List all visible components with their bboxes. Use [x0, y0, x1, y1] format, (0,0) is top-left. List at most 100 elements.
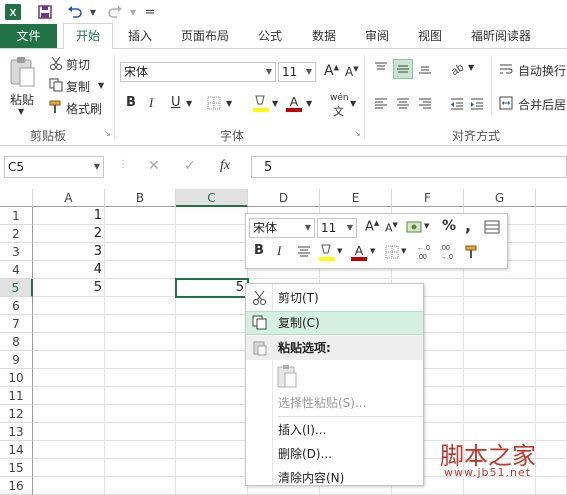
- tab-insert[interactable]: 插入: [120, 24, 160, 48]
- column-header-e[interactable]: E: [320, 189, 392, 207]
- enter-entry-icon[interactable]: ✓: [184, 158, 196, 174]
- font-color-dropdown-icon[interactable]: ▼: [306, 99, 312, 108]
- align-center-icon[interactable]: [394, 95, 412, 113]
- grid-cell[interactable]: [176, 351, 248, 369]
- font-color-icon[interactable]: A: [285, 93, 303, 113]
- grid-cell[interactable]: [33, 351, 105, 369]
- font-launcher-icon[interactable]: ↘: [354, 129, 361, 138]
- grid-cell[interactable]: [464, 297, 536, 315]
- grid-cell[interactable]: [33, 423, 105, 441]
- mini-decrease-font-icon[interactable]: A▼: [385, 221, 398, 235]
- column-header-b[interactable]: B: [105, 189, 176, 207]
- grid-cell[interactable]: [464, 333, 536, 351]
- tab-view[interactable]: 视图: [410, 24, 450, 48]
- grid-cell[interactable]: [464, 351, 536, 369]
- grid-cell[interactable]: [33, 315, 105, 333]
- row-header[interactable]: 12: [0, 405, 33, 423]
- cell-c5-selected[interactable]: 5: [175, 278, 249, 298]
- mini-percent-button[interactable]: %: [442, 218, 456, 234]
- grid-cell[interactable]: [176, 441, 248, 459]
- grid-cell[interactable]: [105, 441, 176, 459]
- row-header[interactable]: 10: [0, 369, 33, 387]
- grid-cell[interactable]: [105, 405, 176, 423]
- grid-cell[interactable]: [536, 243, 567, 261]
- save-icon[interactable]: [36, 3, 54, 21]
- grid-cell[interactable]: [176, 405, 248, 423]
- grid-cell[interactable]: [176, 261, 248, 279]
- tab-page-layout[interactable]: 页面布局: [174, 24, 236, 48]
- row-header[interactable]: 1: [0, 207, 33, 225]
- mini-fill-color-icon[interactable]: [318, 242, 336, 262]
- grid-cell[interactable]: [536, 351, 567, 369]
- menu-item-paste-special[interactable]: 选择性粘贴(S)...: [246, 391, 423, 415]
- align-left-icon[interactable]: [372, 95, 390, 113]
- row-header[interactable]: 7: [0, 315, 33, 333]
- grid-cell[interactable]: [536, 225, 567, 243]
- grid-cell[interactable]: [464, 387, 536, 405]
- row-header[interactable]: 15: [0, 459, 33, 477]
- redo-dropdown-icon[interactable]: ▼: [128, 3, 138, 21]
- grid-cell[interactable]: [176, 387, 248, 405]
- grid-cell[interactable]: [105, 423, 176, 441]
- grid-cell[interactable]: [176, 333, 248, 351]
- mini-decrease-decimal-icon[interactable]: .00 →.0: [439, 242, 459, 262]
- row-header[interactable]: 16: [0, 477, 33, 495]
- row-header[interactable]: 13: [0, 423, 33, 441]
- column-header-h[interactable]: [536, 189, 567, 207]
- tab-home[interactable]: 开始: [63, 23, 113, 50]
- fill-color-dropdown-icon[interactable]: ▼: [272, 99, 278, 108]
- cell-a3[interactable]: 3: [33, 243, 105, 261]
- grid-cell[interactable]: [176, 423, 248, 441]
- grid-cell[interactable]: [105, 279, 176, 297]
- grid-cell[interactable]: [176, 477, 248, 495]
- orientation-dropdown-icon[interactable]: ▼: [468, 63, 474, 72]
- grid-cell[interactable]: [176, 207, 248, 225]
- menu-item-clear-contents[interactable]: 清除内容(N): [246, 466, 423, 490]
- font-size-select[interactable]: 11 ▼: [278, 62, 316, 82]
- cut-icon[interactable]: [48, 55, 64, 71]
- mini-bold-button[interactable]: B: [254, 243, 264, 258]
- copy-icon[interactable]: [48, 77, 64, 93]
- tab-formulas[interactable]: 公式: [250, 24, 290, 48]
- wrap-text-button[interactable]: 自动换行: [518, 62, 566, 79]
- undo-icon[interactable]: [64, 3, 86, 21]
- grid-cell[interactable]: [33, 459, 105, 477]
- grid-cell[interactable]: [105, 477, 176, 495]
- grid-cell[interactable]: [176, 369, 248, 387]
- grid-cell[interactable]: [33, 387, 105, 405]
- row-header[interactable]: 5: [0, 279, 33, 297]
- merge-center-icon[interactable]: [498, 95, 514, 111]
- cancel-entry-icon[interactable]: ✕: [148, 158, 160, 174]
- grid-cell[interactable]: [536, 369, 567, 387]
- cell-a5[interactable]: 5: [33, 279, 105, 297]
- menu-item-cut[interactable]: 剪切(T): [246, 286, 423, 310]
- mini-increase-font-icon[interactable]: A▲: [365, 219, 379, 234]
- mini-fill-color-dropdown-icon[interactable]: ▼: [337, 247, 342, 255]
- column-header-d[interactable]: D: [248, 189, 320, 207]
- grid-cell[interactable]: [176, 243, 248, 261]
- phonetic-dropdown-icon[interactable]: ▼: [350, 99, 356, 108]
- borders-icon[interactable]: [206, 95, 222, 111]
- mini-format-cells-icon[interactable]: [483, 219, 501, 235]
- italic-button[interactable]: I: [149, 95, 153, 111]
- tab-review[interactable]: 审阅: [357, 24, 397, 48]
- row-header[interactable]: 11: [0, 387, 33, 405]
- grid-cell[interactable]: [176, 297, 248, 315]
- format-painter-icon[interactable]: [48, 99, 64, 115]
- grid-cell[interactable]: [33, 441, 105, 459]
- menu-item-delete[interactable]: 删除(D)...: [246, 442, 423, 466]
- decrease-font-size-icon[interactable]: A▼: [345, 65, 359, 79]
- wrap-text-icon[interactable]: [498, 61, 514, 77]
- grid-cell[interactable]: [536, 207, 567, 225]
- borders-dropdown-icon[interactable]: ▼: [226, 99, 232, 108]
- grid-cell[interactable]: [536, 333, 567, 351]
- grid-cell[interactable]: [33, 405, 105, 423]
- undo-dropdown-icon[interactable]: ▼: [88, 3, 98, 21]
- align-bottom-icon[interactable]: [416, 59, 434, 77]
- grid-cell[interactable]: [105, 315, 176, 333]
- redo-icon[interactable]: [104, 3, 126, 21]
- row-header[interactable]: 9: [0, 351, 33, 369]
- phonetic-guide-button[interactable]: wén: [330, 93, 349, 103]
- align-middle-icon[interactable]: [393, 59, 413, 79]
- insert-function-button[interactable]: fx: [220, 158, 230, 174]
